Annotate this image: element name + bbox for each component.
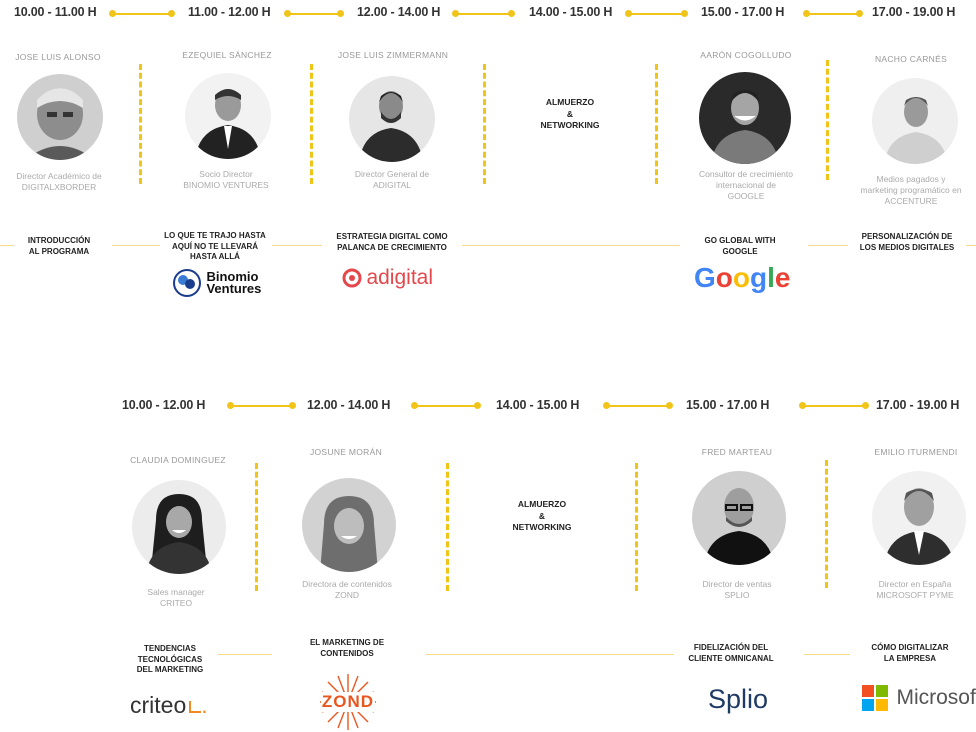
speaker-name: NACHO CARNÉS	[874, 54, 948, 64]
topic-line	[218, 654, 272, 655]
timeline-connector	[109, 10, 175, 17]
time-slot: 17.00 - 19.00 H	[872, 5, 956, 19]
time-slot: 17.00 - 19.00 H	[876, 398, 960, 412]
session-topic: TENDENCIAS TECNOLÓGICAS DEL MARKETING	[136, 644, 204, 674]
speaker-photo	[692, 471, 786, 565]
topic-line	[462, 245, 680, 246]
time-slot: 10.00 - 12.00 H	[122, 398, 206, 412]
time-slot: 12.00 - 14.00 H	[307, 398, 391, 412]
divider	[446, 463, 449, 591]
time-slot: 14.00 - 15.00 H	[529, 5, 613, 19]
speaker-photo	[17, 74, 103, 160]
speaker-photo	[132, 480, 226, 574]
topic-line	[966, 245, 976, 246]
timeline-connector	[411, 402, 481, 409]
criteo-logo: criteo.	[130, 692, 208, 718]
timeline-connector	[803, 10, 863, 17]
speaker-photo	[302, 478, 396, 572]
speaker-role: Consultor de crecimiento internacional de…	[698, 169, 793, 201]
timeline-connector	[227, 402, 296, 409]
speaker-name: FRED MARTEAU	[701, 447, 773, 457]
speaker-name: CLAUDIA DOMINGUEZ	[130, 455, 226, 465]
topic-line	[426, 654, 674, 655]
session-topic: PERSONALIZACIÓN DE LOS MEDIOS DIGITALES	[859, 232, 955, 252]
speaker-photo	[699, 72, 791, 164]
time-slot: 12.00 - 14.00 H	[357, 5, 441, 19]
speaker-name: JOSUNE MORÁN	[309, 447, 383, 457]
session-topic: LO QUE TE TRAJO HASTA AQUÍ NO TE LLEVARÁ H…	[164, 231, 266, 261]
speaker-role: Medios pagados y marketing programático e…	[860, 174, 962, 206]
divider	[825, 460, 828, 588]
speaker-name: AARÓN COGOLLUDO	[700, 50, 792, 60]
time-slot: 10.00 - 11.00 H	[14, 5, 97, 19]
time-slot: 15.00 - 17.00 H	[686, 398, 770, 412]
divider	[310, 64, 313, 184]
speaker-role: Socio Director BINOMIO VENTURES	[183, 169, 269, 190]
timeline-connector	[799, 402, 869, 409]
timeline-connector	[625, 10, 688, 17]
speaker-photo	[872, 471, 966, 565]
session-topic: ESTRATEGIA DIGITAL COMO PALANCA DE CRECIM…	[336, 232, 448, 252]
binomio-ventures-logo: Binomio Ventures	[172, 268, 261, 298]
speaker-role: Director Académico de DIGITALXBORDER	[16, 171, 102, 192]
speaker-name: JOSE LUIS ZIMMERMANN	[337, 50, 449, 60]
time-slot: 15.00 - 17.00 H	[701, 5, 785, 19]
speaker-name: EZEQUIEL SÁNCHEZ	[182, 50, 272, 60]
divider	[635, 463, 638, 591]
speaker-role: Director General de ADIGITAL	[354, 169, 430, 190]
session-topic: INTRODUCCIÓN AL PROGRAMA	[27, 236, 91, 256]
divider	[826, 60, 829, 180]
topic-line	[808, 245, 848, 246]
speaker-name: JOSE LUIS ALONSO	[15, 52, 101, 62]
speaker-role: Director en España MICROSOFT PYME	[876, 579, 954, 600]
speaker-photo	[349, 76, 435, 162]
speaker-role: Sales manager CRITEO	[147, 587, 205, 608]
timeline-connector	[452, 10, 515, 17]
google-logo: Google	[694, 262, 791, 293]
speaker-photo	[872, 78, 958, 164]
timeline-connector	[603, 402, 673, 409]
divider	[255, 463, 258, 591]
splio-logo: Splio	[708, 684, 769, 714]
session-topic: GO GLOBAL WITH GOOGLE	[704, 236, 776, 256]
divider	[483, 64, 486, 184]
session-topic: FIDELIZACIÓN DEL CLIENTE OMNICANAL	[688, 643, 774, 663]
topic-line	[272, 245, 322, 246]
time-slot: 11.00 - 12.00 H	[188, 5, 271, 19]
speaker-name: EMILIO ITURMENDI	[874, 447, 958, 457]
speaker-role: Directora de contenidos ZOND	[302, 579, 392, 600]
topic-line	[112, 245, 160, 246]
timeline-connector	[284, 10, 344, 17]
lunch-networking-label: ALMUERZO & NETWORKING	[512, 499, 572, 532]
topic-line	[0, 245, 14, 246]
session-topic: EL MARKETING DE CONTENIDOS	[309, 638, 385, 658]
topic-line	[804, 654, 850, 655]
speaker-role: Director de ventas SPLIO	[702, 579, 772, 600]
microsoft-logo: Microsoft	[862, 685, 976, 711]
time-slot: 14.00 - 15.00 H	[496, 398, 580, 412]
lunch-networking-label: ALMUERZO & NETWORKING	[540, 97, 600, 130]
divider	[139, 64, 142, 184]
adigital-logo: adigital	[342, 266, 433, 290]
divider	[655, 64, 658, 184]
speaker-photo	[185, 73, 271, 159]
session-topic: CÓMO DIGITALIZAR LA EMPRESA	[871, 643, 949, 663]
